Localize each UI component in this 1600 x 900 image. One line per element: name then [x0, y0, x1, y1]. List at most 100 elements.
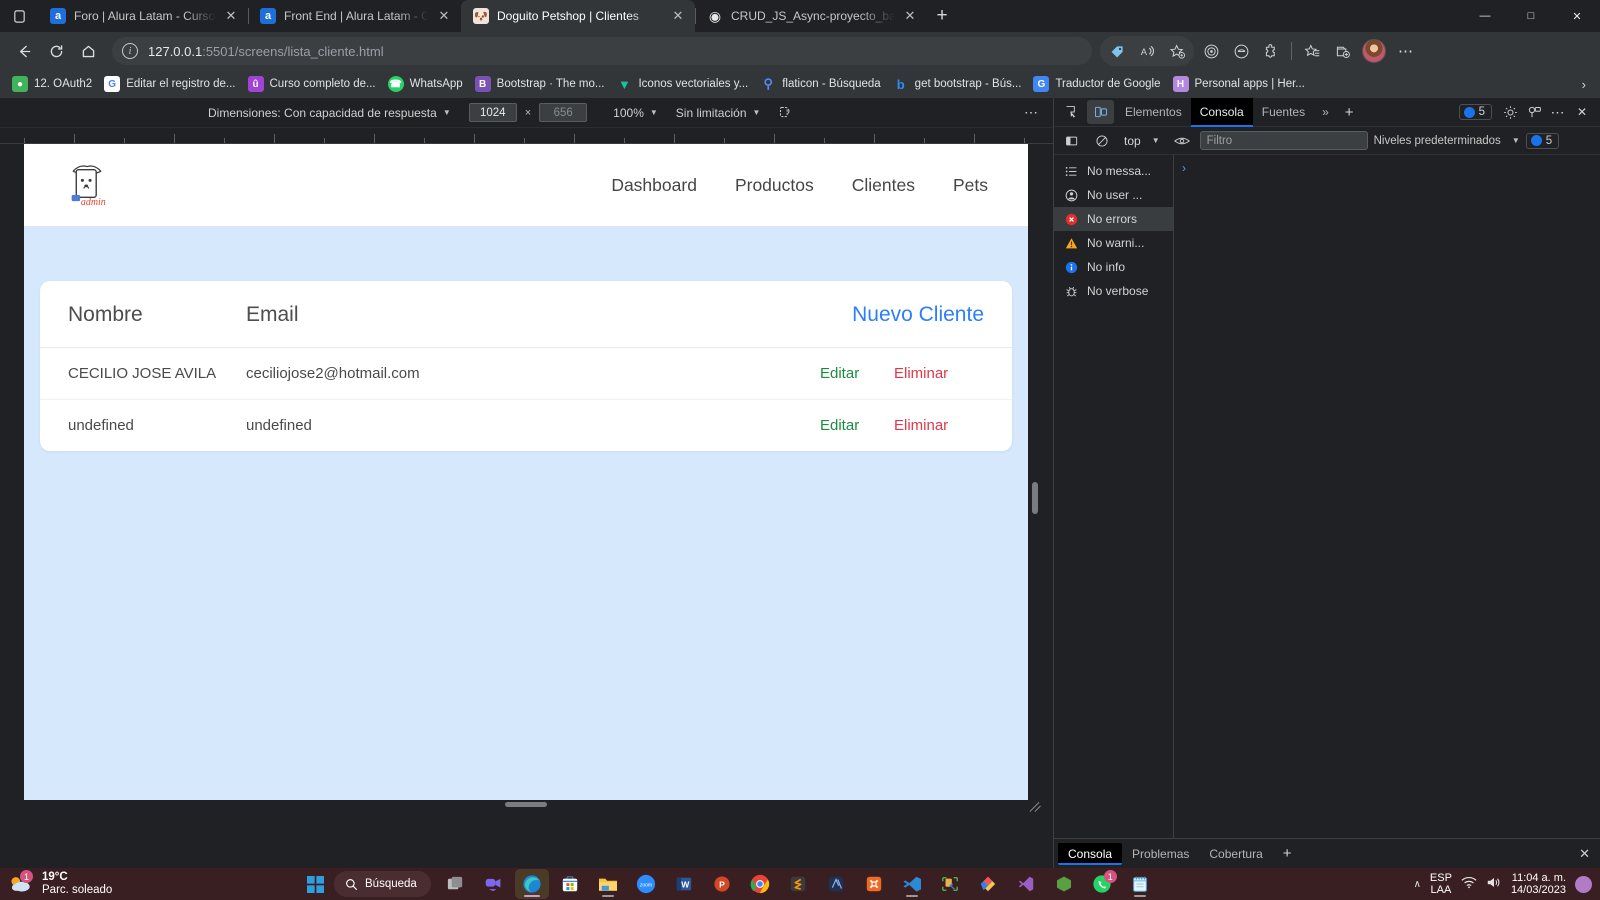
viewport-resize-handle-horizontal[interactable]: [1032, 482, 1038, 514]
weather-widget[interactable]: 1 19°C Parc. soleado: [0, 870, 300, 897]
devtools-close-icon[interactable]: ✕: [1570, 100, 1594, 124]
taskbar-app-notepad[interactable]: [1123, 869, 1157, 899]
customize-devtools-icon[interactable]: [1522, 100, 1546, 124]
tab-search-icon[interactable]: [0, 0, 38, 32]
add-panel-icon[interactable]: +: [1337, 104, 1362, 121]
issues-badge[interactable]: 5: [1458, 104, 1492, 120]
taskbar-app-xampp[interactable]: [857, 869, 891, 899]
bookmark-item[interactable]: b get bootstrap - Bús...: [887, 73, 1028, 95]
device-toolbar-toggle-icon[interactable]: [1087, 100, 1114, 124]
bookmark-item[interactable]: ● 12. OAuth2: [6, 73, 98, 95]
taskbar-app-word[interactable]: W: [667, 869, 701, 899]
extensions-icon[interactable]: [1256, 36, 1286, 66]
close-window-button[interactable]: ✕: [1554, 0, 1600, 32]
viewport-width-input[interactable]: [468, 103, 517, 122]
drawer-tab-problemas[interactable]: Problemas: [1122, 843, 1199, 865]
browser-tab[interactable]: a Front End | Alura Latam - Cursos ✕: [248, 0, 461, 32]
devtools-tab-consola[interactable]: Consola: [1190, 97, 1253, 127]
taskbar-app-postman-sql[interactable]: [933, 869, 967, 899]
reload-icon[interactable]: [40, 35, 72, 67]
console-levels-select[interactable]: Niveles predeterminados ▼: [1374, 135, 1520, 147]
throttling-select[interactable]: Sin limitación ▼: [676, 106, 761, 120]
browser-tab[interactable]: a Foro | Alura Latam - Cursos onlin ✕: [38, 0, 248, 32]
live-expression-eye-icon[interactable]: [1170, 129, 1194, 153]
devtools-more-icon[interactable]: ⋯: [1546, 100, 1570, 124]
viewport-resize-handle-vertical[interactable]: [505, 802, 547, 807]
profile-avatar[interactable]: [1362, 39, 1386, 63]
edit-link[interactable]: Editar: [820, 417, 859, 434]
close-icon[interactable]: ✕: [899, 5, 921, 27]
notification-icon[interactable]: [1575, 875, 1592, 893]
nav-link-clientes[interactable]: Clientes: [852, 175, 915, 196]
taskbar-clock[interactable]: 11:04 a. m. 14/03/2023: [1511, 872, 1566, 896]
rotate-device-icon[interactable]: [778, 105, 793, 120]
taskbar-app-powerpoint[interactable]: P: [705, 869, 739, 899]
home-icon[interactable]: [72, 35, 104, 67]
console-filter-input[interactable]: [1199, 131, 1368, 150]
bookmark-item[interactable]: B Bootstrap · The mo...: [469, 73, 611, 95]
console-sidebar-toggle-icon[interactable]: [1060, 129, 1084, 153]
taskbar-app-node-js[interactable]: [1047, 869, 1081, 899]
taskbar-app-task-view[interactable]: [439, 869, 473, 899]
console-sidebar-verbose[interactable]: No verbose: [1054, 279, 1173, 303]
browser-tab-active[interactable]: 🐶 Doguito Petshop | Clientes ✕: [461, 0, 695, 32]
device-more-options-icon[interactable]: ⋯: [1024, 104, 1039, 121]
taskbar-app-whatsapp[interactable]: 1: [1085, 869, 1119, 899]
bookmark-item[interactable]: ⚲ flaticon - Búsqueda: [754, 73, 886, 95]
taskbar-app-microsoft-store[interactable]: [553, 869, 587, 899]
nav-link-pets[interactable]: Pets: [953, 175, 988, 196]
minimize-button[interactable]: —: [1462, 0, 1508, 32]
console-sidebar-info[interactable]: No info: [1054, 255, 1173, 279]
inspect-element-icon[interactable]: [1058, 100, 1085, 124]
bookmark-item[interactable]: ▼ Iconos vectoriales y...: [610, 73, 754, 95]
bookmark-item[interactable]: H Personal apps | Her...: [1167, 73, 1311, 95]
more-tabs-icon[interactable]: »: [1314, 105, 1337, 119]
bookmark-item[interactable]: G Traductor de Google: [1027, 73, 1166, 95]
taskbar-app-teams[interactable]: [477, 869, 511, 899]
taskbar-app-adobe-xd[interactable]: [971, 869, 1005, 899]
bookmark-item[interactable]: ☎ WhatsApp: [382, 73, 469, 95]
zoom-select[interactable]: 100% ▼: [613, 106, 658, 120]
taskbar-app-vs-code[interactable]: [895, 869, 929, 899]
shopping-tag-icon[interactable]: [1102, 36, 1132, 66]
volume-icon[interactable]: [1486, 876, 1502, 892]
wifi-icon[interactable]: [1461, 876, 1477, 892]
address-bar[interactable]: i 127.0.0.1:5501/screens/lista_cliente.h…: [112, 37, 1092, 65]
clear-console-icon[interactable]: [1090, 129, 1114, 153]
devtools-tab-fuentes[interactable]: Fuentes: [1253, 98, 1314, 127]
delete-link[interactable]: Eliminar: [894, 365, 948, 382]
console-sidebar-errors[interactable]: No errors: [1054, 207, 1173, 231]
delete-link[interactable]: Eliminar: [894, 417, 948, 434]
maximize-button[interactable]: □: [1508, 0, 1554, 32]
device-dimensions-select[interactable]: Dimensiones: Con capacidad de respuesta …: [208, 106, 451, 120]
browser-essentials-icon[interactable]: [1196, 36, 1226, 66]
devtools-tab-elementos[interactable]: Elementos: [1116, 98, 1191, 127]
viewport-height-input[interactable]: [539, 103, 588, 122]
close-icon[interactable]: ✕: [433, 5, 455, 27]
settings-gear-icon[interactable]: [1498, 100, 1522, 124]
taskbar-app-visual-studio[interactable]: [1009, 869, 1043, 899]
doguito-admin-logo[interactable]: admin: [64, 157, 110, 213]
console-output[interactable]: ›: [1174, 155, 1600, 838]
taskbar-app-google-chrome[interactable]: [743, 869, 777, 899]
console-issues-badge[interactable]: 5: [1525, 132, 1560, 149]
console-sidebar-warnings[interactable]: No warni...: [1054, 231, 1173, 255]
taskbar-search-button[interactable]: Búsqueda: [334, 871, 431, 897]
show-hidden-icons-chevron[interactable]: ∧: [1414, 879, 1421, 890]
bookmark-item[interactable]: G Editar el registro de...: [98, 73, 241, 95]
console-sidebar-user-messages[interactable]: No user ...: [1054, 183, 1173, 207]
nav-link-productos[interactable]: Productos: [735, 175, 814, 196]
taskbar-app-adobe-illustrator[interactable]: [819, 869, 853, 899]
close-icon[interactable]: ✕: [220, 5, 242, 27]
favorites-list-icon[interactable]: [1297, 36, 1327, 66]
bookmarks-overflow-icon[interactable]: ›: [1574, 77, 1594, 92]
console-context-select[interactable]: top ▼: [1120, 134, 1164, 148]
taskbar-app-microsoft-edge[interactable]: [514, 869, 549, 899]
read-aloud-icon[interactable]: A: [1132, 36, 1162, 66]
site-info-icon[interactable]: i: [122, 43, 138, 59]
add-favorite-icon[interactable]: [1162, 36, 1192, 66]
nav-link-dashboard[interactable]: Dashboard: [611, 175, 697, 196]
add-collection-icon[interactable]: [1327, 36, 1357, 66]
back-icon[interactable]: [8, 35, 40, 67]
drawer-add-tab-icon[interactable]: +: [1273, 845, 1302, 862]
